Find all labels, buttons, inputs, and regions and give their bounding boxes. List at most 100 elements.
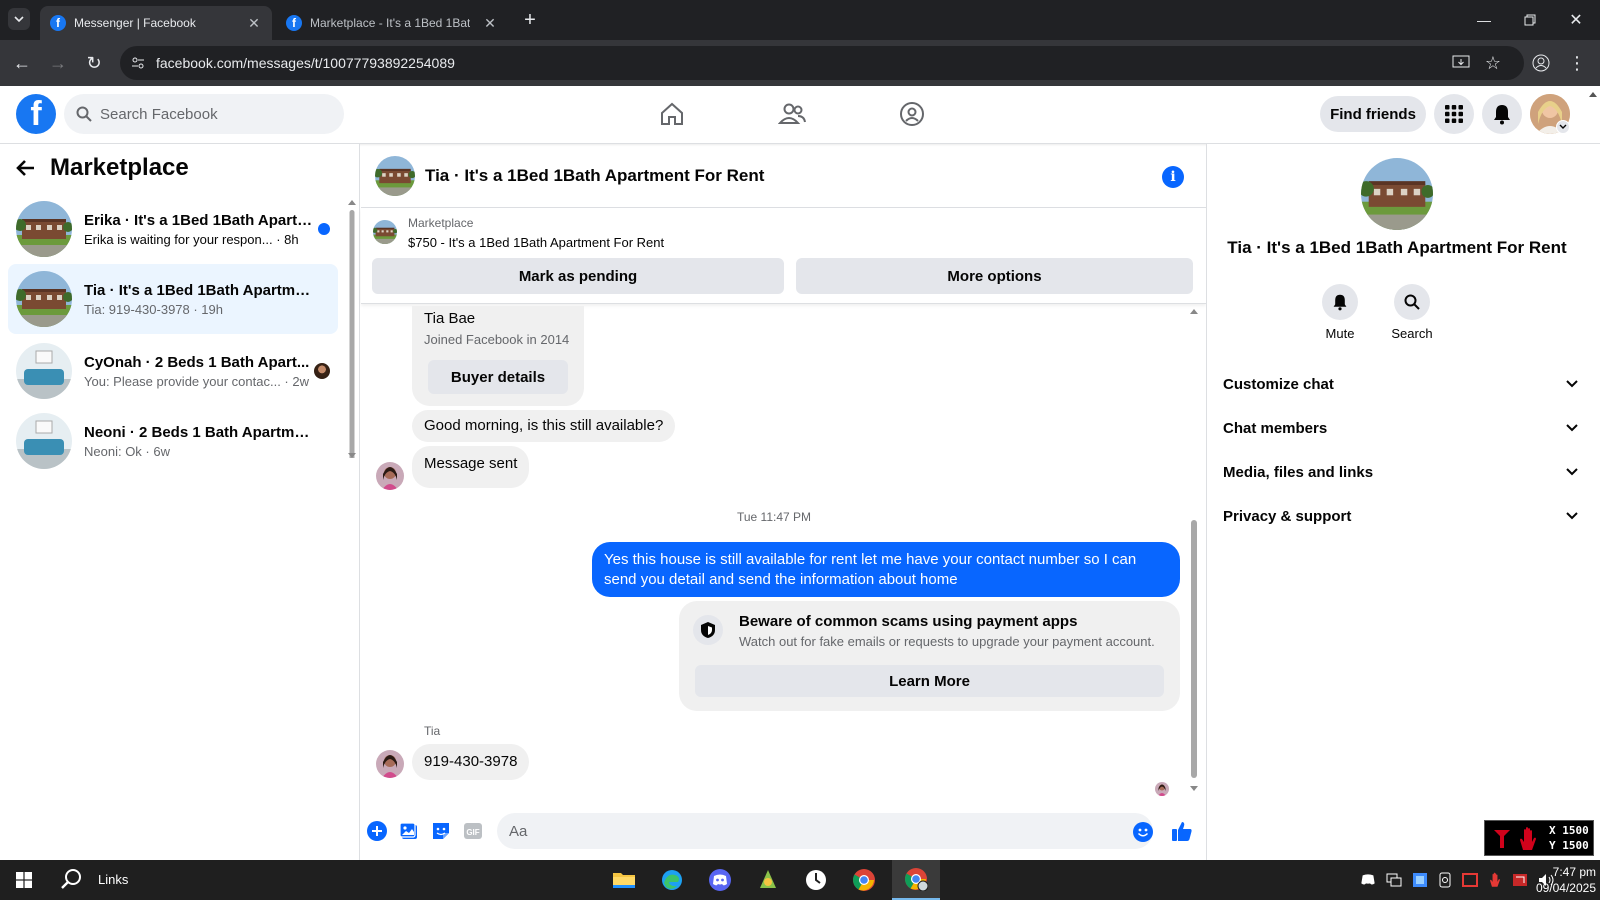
message-bubble-incoming[interactable]: 919-430-3978 bbox=[412, 744, 530, 780]
page-title: Marketplace bbox=[50, 154, 189, 181]
conversation-name: Tia · It's a 1Bed 1Bath Apartment ... bbox=[84, 281, 314, 299]
clock-app-icon[interactable] bbox=[796, 860, 836, 900]
photo-icon[interactable] bbox=[399, 821, 419, 841]
scam-warning-title: Beware of common scams using payment app… bbox=[739, 613, 1078, 630]
browser-tab-bar: f Messenger | Facebook ✕ f Marketplace -… bbox=[0, 0, 1600, 40]
plus-actions-icon[interactable] bbox=[367, 821, 387, 841]
listing-thumbnail[interactable] bbox=[373, 220, 397, 244]
search-in-chat-button[interactable]: Search bbox=[1377, 284, 1447, 341]
close-window-icon[interactable]: ✕ bbox=[1562, 8, 1590, 32]
bookmark-star-icon[interactable]: ☆ bbox=[1482, 52, 1504, 74]
section-label: Media, files and links bbox=[1223, 463, 1374, 481]
emoji-icon[interactable] bbox=[1133, 822, 1153, 842]
chat-listing-photo[interactable] bbox=[1361, 158, 1433, 230]
tab-marketplace[interactable]: f Marketplace - It's a 1Bed 1Bath Apartm… bbox=[276, 6, 508, 40]
app-logo-icon bbox=[1491, 827, 1513, 851]
file-explorer-icon[interactable] bbox=[604, 860, 644, 900]
buyer-details-button[interactable]: Buyer details bbox=[428, 360, 568, 394]
listing-price-title[interactable]: $750 - It's a 1Bed 1Bath Apartment For R… bbox=[408, 235, 664, 250]
minimize-icon[interactable]: — bbox=[1470, 8, 1498, 32]
chat-scrollbar[interactable] bbox=[1189, 308, 1199, 792]
section-label: Customize chat bbox=[1223, 375, 1334, 393]
message-bubble-incoming[interactable]: Good morning, is this still available? bbox=[412, 410, 676, 442]
mute-button[interactable]: Mute bbox=[1305, 284, 1375, 341]
windows-start-icon[interactable] bbox=[4, 860, 44, 900]
hand-icon bbox=[1517, 826, 1539, 852]
chat-thumbnail[interactable] bbox=[375, 156, 415, 196]
reload-icon[interactable]: ↻ bbox=[82, 51, 106, 75]
search-icon bbox=[76, 106, 92, 122]
section-chat-members[interactable]: Chat members bbox=[1223, 406, 1579, 450]
close-tab-icon[interactable]: ✕ bbox=[246, 15, 262, 32]
hand-tray-icon[interactable] bbox=[1488, 872, 1502, 888]
marketplace-listing-bar: Marketplace $750 - It's a 1Bed 1Bath Apa… bbox=[361, 208, 1206, 304]
x-coordinate: X 1500 bbox=[1549, 824, 1589, 837]
back-icon[interactable]: ← bbox=[10, 51, 34, 75]
y-coordinate: Y 1500 bbox=[1549, 839, 1589, 852]
message-input[interactable]: Aa bbox=[497, 813, 1153, 849]
marketplace-label: Marketplace bbox=[408, 216, 474, 230]
address-bar[interactable]: facebook.com/messages/t/1007779389225408… bbox=[120, 46, 1524, 80]
app-tray-icon[interactable] bbox=[1412, 872, 1428, 888]
conversation-item[interactable]: CyOnah · 2 Beds 1 Bath Apart... You: Ple… bbox=[8, 336, 338, 406]
chrome-icon[interactable] bbox=[844, 860, 884, 900]
chrome-menu-icon[interactable]: ⋮ bbox=[1566, 52, 1588, 74]
search-label: Search bbox=[1391, 326, 1433, 341]
more-options-button[interactable]: More options bbox=[796, 258, 1193, 294]
restore-icon[interactable] bbox=[1516, 8, 1544, 32]
facebook-search-input[interactable]: Search Facebook bbox=[64, 94, 344, 134]
chat-title[interactable]: Tia · It's a 1Bed 1Bath Apartment For Re… bbox=[425, 166, 764, 186]
conversation-item[interactable]: Neoni · 2 Beds 1 Bath Apartment... Neoni… bbox=[8, 406, 338, 476]
network-tray-icon[interactable] bbox=[1386, 873, 1402, 887]
account-chevron-icon[interactable] bbox=[1556, 120, 1570, 134]
info-icon[interactable]: i bbox=[1162, 166, 1184, 188]
date-text: 09/04/2025 bbox=[1535, 881, 1596, 895]
message-bubble-outgoing[interactable]: Yes this house is still available for re… bbox=[592, 542, 1180, 597]
sender-avatar[interactable] bbox=[376, 750, 404, 778]
section-media-files-links[interactable]: Media, files and links bbox=[1223, 450, 1579, 494]
groups-icon[interactable] bbox=[892, 96, 932, 132]
read-receipt-avatar bbox=[1155, 782, 1169, 796]
mark-as-pending-button[interactable]: Mark as pending bbox=[372, 258, 784, 294]
tab-title: Messenger | Facebook bbox=[74, 16, 196, 30]
taskbar-search[interactable]: Links bbox=[60, 868, 128, 890]
security-tray-icon[interactable] bbox=[1438, 872, 1452, 888]
sender-avatar[interactable] bbox=[376, 462, 404, 490]
section-privacy-support[interactable]: Privacy & support bbox=[1223, 494, 1579, 538]
new-tab-button[interactable]: + bbox=[516, 8, 544, 32]
sticker-icon[interactable] bbox=[431, 821, 451, 841]
conversation-item[interactable]: Tia · It's a 1Bed 1Bath Apartment ... Ti… bbox=[8, 264, 338, 334]
discord-tray-icon[interactable] bbox=[1360, 873, 1376, 887]
page-scroll-up-icon[interactable] bbox=[1588, 90, 1598, 98]
red-app-tray-icon[interactable] bbox=[1462, 873, 1478, 887]
like-thumb-icon[interactable] bbox=[1171, 820, 1193, 842]
home-icon[interactable] bbox=[652, 96, 692, 132]
site-info-icon[interactable] bbox=[130, 55, 146, 71]
facebook-logo[interactable]: f bbox=[16, 94, 56, 134]
install-app-icon[interactable] bbox=[1450, 52, 1472, 74]
menu-grid-icon[interactable] bbox=[1434, 94, 1474, 134]
gif-icon[interactable]: GIF bbox=[463, 821, 483, 841]
close-tab-icon[interactable]: ✕ bbox=[482, 15, 498, 32]
taskbar-clock[interactable]: 7:47 pm 09/04/2025 bbox=[1520, 864, 1596, 896]
mute-label: Mute bbox=[1325, 326, 1355, 341]
profile-icon[interactable] bbox=[1530, 52, 1552, 74]
find-friends-button[interactable]: Find friends bbox=[1320, 96, 1426, 132]
section-customize-chat[interactable]: Customize chat bbox=[1223, 362, 1579, 406]
forward-icon[interactable]: → bbox=[46, 51, 70, 75]
listing-thumbnail bbox=[16, 201, 72, 257]
learn-more-button[interactable]: Learn More bbox=[695, 665, 1164, 697]
tab-messenger[interactable]: f Messenger | Facebook ✕ bbox=[40, 6, 272, 40]
message-bubble-incoming[interactable]: Message sent bbox=[412, 446, 530, 488]
discord-icon[interactable] bbox=[700, 860, 740, 900]
game-app-icon[interactable] bbox=[748, 860, 788, 900]
tab-search-button[interactable] bbox=[8, 8, 30, 30]
friends-icon[interactable] bbox=[772, 96, 812, 132]
conversation-scrollbar[interactable] bbox=[348, 200, 356, 458]
notifications-bell-icon[interactable] bbox=[1482, 94, 1522, 134]
facebook-header: f Search Facebook Find friends bbox=[0, 86, 1600, 144]
back-arrow-icon[interactable] bbox=[16, 159, 36, 177]
conversation-item[interactable]: Erika · It's a 1Bed 1Bath Apartm... Erik… bbox=[8, 194, 338, 264]
edge-browser-icon[interactable] bbox=[652, 860, 692, 900]
chrome-profile-icon[interactable] bbox=[892, 860, 940, 900]
